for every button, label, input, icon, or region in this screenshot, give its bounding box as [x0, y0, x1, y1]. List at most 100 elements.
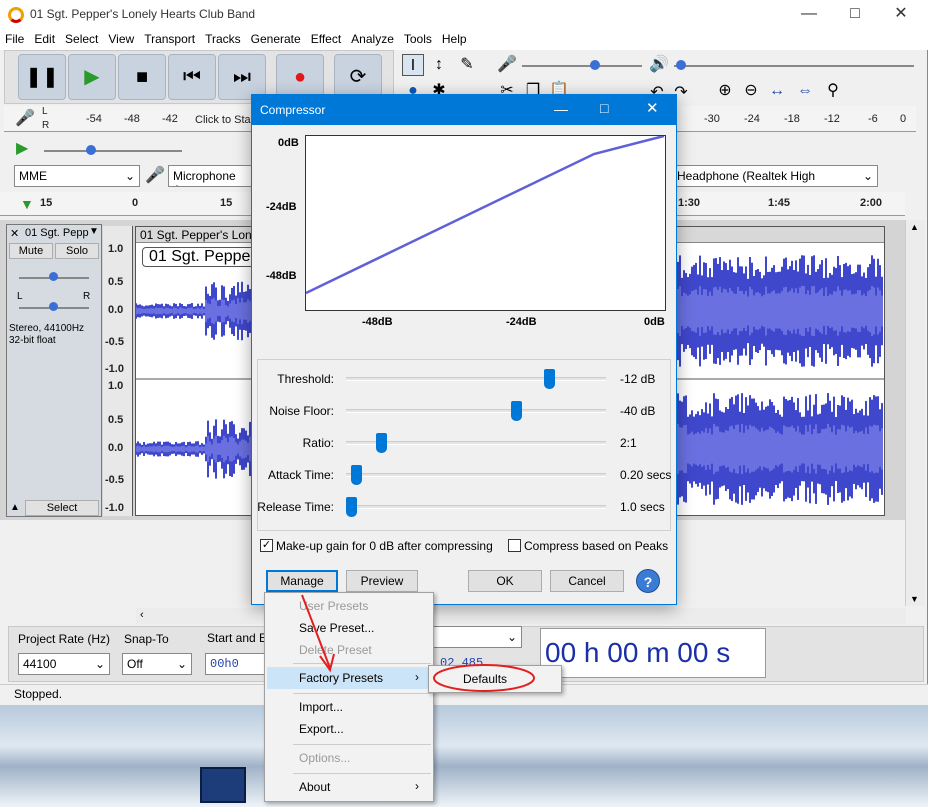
dialog-maximize-button[interactable]: □	[600, 100, 608, 116]
menu-edit[interactable]: Edit	[29, 30, 60, 48]
stop-button[interactable]: ■	[118, 54, 166, 100]
timeline-tick: 1:30	[678, 197, 701, 209]
play-volume-thumb[interactable]	[676, 60, 686, 70]
slider-track[interactable]	[346, 409, 606, 413]
menu-defaults[interactable]: Defaults	[463, 672, 507, 686]
menu-help[interactable]: Help	[437, 30, 472, 48]
slider-thumb[interactable]	[376, 433, 387, 453]
snap-to-select[interactable]: Off ⌄	[122, 653, 192, 675]
slider-thumb[interactable]	[346, 497, 357, 517]
envelope-tool-icon[interactable]: ↕	[428, 54, 450, 76]
recording-device-select[interactable]: Microphone Ar	[168, 165, 252, 187]
play-speed-slider[interactable]	[44, 150, 182, 152]
fit-project-icon[interactable]: ⇔	[794, 80, 816, 102]
zoom-out-icon[interactable]: ⊖	[740, 80, 762, 102]
menu-transport[interactable]: Transport	[139, 30, 200, 48]
maximize-button[interactable]: □	[832, 0, 878, 30]
dialog-title-bar[interactable]: Compressor — □ ✕	[252, 95, 676, 125]
dialog-close-button[interactable]: ✕	[646, 99, 659, 117]
menu-analyze[interactable]: Analyze	[346, 30, 399, 48]
track-control-panel: ✕ 01 Sgt. Pepp ▼ Mute Solo L R Stereo, 4…	[6, 224, 102, 517]
draw-tool-icon[interactable]: ✎	[456, 54, 478, 76]
menu-import[interactable]: Import...	[299, 700, 343, 714]
menu-tools[interactable]: Tools	[399, 30, 437, 48]
cancel-button[interactable]: Cancel	[550, 570, 624, 592]
menu-save-preset[interactable]: Save Preset...	[299, 621, 374, 635]
meter-mic-icon: 🎤	[15, 110, 35, 127]
gain-thumb[interactable]	[49, 272, 58, 281]
menu-separator	[293, 744, 431, 745]
menu-select[interactable]: Select	[60, 30, 103, 48]
menu-tracks[interactable]: Tracks	[200, 30, 246, 48]
record-volume-thumb[interactable]	[590, 60, 600, 70]
record-volume-slider[interactable]	[522, 65, 642, 67]
track-menu-icon[interactable]: ▼	[89, 226, 99, 237]
slider-value: 1.0 secs	[620, 500, 665, 514]
selection-tool-icon[interactable]: I	[402, 54, 424, 76]
solo-button[interactable]: Solo	[55, 243, 99, 259]
selection-mode-select[interactable]: ⌄	[430, 626, 522, 648]
slider-track[interactable]	[346, 473, 606, 477]
play-button[interactable]: ▶	[68, 54, 116, 100]
select-button[interactable]: Select	[25, 500, 99, 516]
scroll-up-icon[interactable]: ▲	[910, 222, 919, 232]
minimize-button[interactable]: —	[786, 0, 832, 30]
audio-position-time[interactable]: 00 h 00 m 00 s	[540, 628, 766, 678]
project-rate-select[interactable]: 44100 ⌄	[18, 653, 110, 675]
menu-view[interactable]: View	[103, 30, 139, 48]
menu-file[interactable]: File	[0, 30, 29, 48]
slider-value: -12 dB	[620, 372, 656, 386]
scroll-left-icon[interactable]: ‹	[140, 609, 144, 621]
peaks-checkbox[interactable]	[508, 539, 521, 552]
chevron-down-icon: ⌄	[94, 657, 105, 671]
playback-device-select[interactable]: Headphone (Realtek High ⌄	[672, 165, 878, 187]
graph-x-label: -48dB	[362, 316, 393, 328]
meter-tick: -6	[868, 113, 878, 125]
graph-y-label: 0dB	[278, 137, 299, 149]
slider-label: Threshold:	[277, 372, 334, 386]
pan-thumb[interactable]	[49, 302, 58, 311]
scroll-down-icon[interactable]: ▼	[910, 594, 919, 604]
pin-head-icon[interactable]: ▼	[20, 196, 34, 212]
play-volume-slider[interactable]	[674, 65, 914, 67]
slider-track[interactable]	[346, 377, 606, 381]
zoom-in-icon[interactable]: ⊕	[714, 80, 736, 102]
slider-value: -40 dB	[620, 404, 656, 418]
zoom-toggle-icon[interactable]: ⚲	[822, 80, 844, 102]
slider-track[interactable]	[346, 505, 606, 509]
chevron-down-icon: ⌄	[176, 657, 187, 671]
makeup-gain-checkbox[interactable]: ✓	[260, 539, 273, 552]
track-name-button[interactable]: 01 Sgt. Pepp	[25, 227, 89, 239]
menu-about[interactable]: About	[299, 780, 330, 794]
play-at-speed-button[interactable]: ▶	[16, 138, 28, 158]
menu-separator	[293, 773, 431, 774]
pan-r-label: R	[83, 291, 91, 302]
pause-button[interactable]: ❚❚	[18, 54, 66, 100]
close-button[interactable]: ✕	[878, 0, 924, 30]
track-close-icon[interactable]: ✕	[10, 227, 19, 240]
menu-effect[interactable]: Effect	[306, 30, 346, 48]
collapse-icon[interactable]: ▲	[10, 502, 20, 513]
slider-label: Noise Floor:	[269, 404, 334, 418]
manage-button[interactable]: Manage	[266, 570, 338, 592]
manage-menu: User Presets Save Preset... Delete Prese…	[264, 592, 434, 802]
graph-x-label: -24dB	[506, 316, 537, 328]
slider-thumb[interactable]	[543, 369, 555, 389]
audio-host-select[interactable]: MME ⌄	[14, 165, 140, 187]
ok-button[interactable]: OK	[468, 570, 542, 592]
skip-start-button[interactable]: ⏮	[168, 54, 216, 100]
help-button[interactable]: ?	[636, 569, 660, 593]
menu-generate[interactable]: Generate	[246, 30, 306, 48]
play-speed-thumb[interactable]	[86, 145, 96, 155]
meter-l-label: L	[42, 106, 48, 117]
slider-thumb[interactable]	[511, 401, 522, 421]
preview-button[interactable]: Preview	[346, 570, 418, 592]
menu-export[interactable]: Export...	[299, 722, 344, 736]
fit-selection-icon[interactable]: ↔	[766, 80, 788, 102]
mute-button[interactable]: Mute	[9, 243, 53, 259]
dialog-minimize-button[interactable]: —	[554, 101, 568, 117]
selection-start-time[interactable]: 00h0	[205, 653, 265, 675]
slider-thumb[interactable]	[351, 465, 362, 485]
vertical-scrollbar[interactable]	[905, 220, 925, 606]
horizontal-scrollbar[interactable]	[136, 608, 906, 624]
